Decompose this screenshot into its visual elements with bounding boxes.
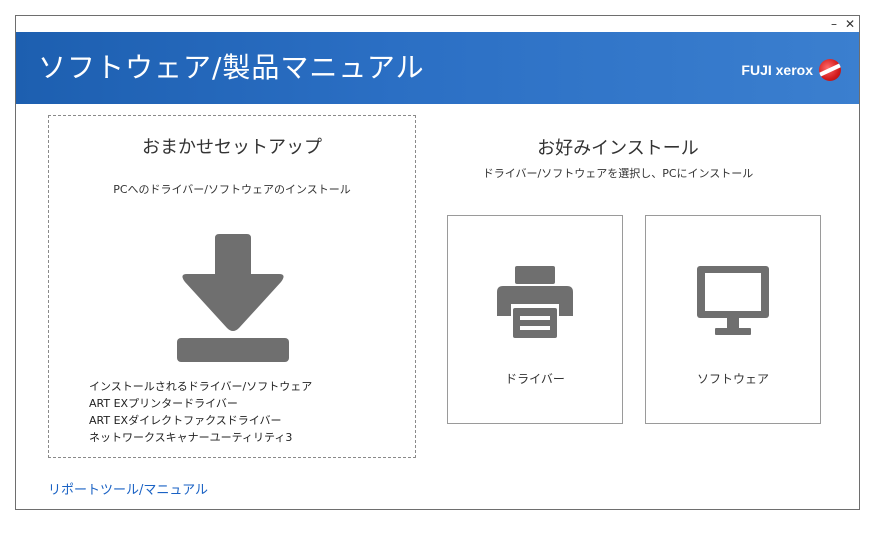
software-card-button[interactable]: ソフトウェア: [645, 215, 821, 424]
brand-logo-area: FUJI xerox: [741, 59, 841, 81]
download-icon: [177, 234, 289, 362]
install-item-list: インストールされるドライバー/ソフトウェア ART EXプリンタードライバー A…: [89, 378, 312, 446]
software-card-label: ソフトウェア: [696, 372, 769, 386]
list-item: ART EXダイレクトファクスドライバー: [89, 414, 282, 427]
driver-card-button[interactable]: ドライバー: [447, 215, 623, 424]
page-title: ソフトウェア/製品マニュアル: [38, 51, 425, 84]
close-button[interactable]: ✕: [845, 16, 855, 32]
printer-icon: [497, 266, 573, 338]
installer-window: – ✕ ソフトウェア/製品マニュアル FUJI xerox おまかせセットアップ…: [15, 15, 860, 510]
list-item: ART EXプリンタードライバー: [89, 397, 238, 410]
quick-setup-description: PCへのドライバー/ソフトウェアのインストール: [113, 183, 351, 196]
driver-card-label: ドライバー: [505, 372, 565, 386]
quick-setup-button[interactable]: おまかせセットアップ PCへのドライバー/ソフトウェアのインストール インストー…: [48, 115, 416, 458]
window-controls: – ✕: [831, 16, 855, 32]
monitor-icon: [697, 266, 769, 335]
list-item: インストールされるドライバー/ソフトウェア: [89, 380, 313, 393]
quick-setup-title: おまかせセットアップ: [142, 137, 322, 158]
custom-install-description: ドライバー/ソフトウェアを選択し、PCにインストール: [482, 167, 754, 180]
minimize-button[interactable]: –: [831, 16, 837, 32]
header-banner: ソフトウェア/製品マニュアル FUJI xerox: [16, 32, 859, 104]
list-item: ネットワークスキャナーユーティリティ3: [89, 431, 293, 444]
brand-name: FUJI xerox: [741, 62, 813, 78]
xerox-logo-icon: [819, 59, 841, 81]
report-tool-manual-link[interactable]: リポートツール/マニュアル: [48, 479, 208, 498]
custom-install-title: お好みインストール: [537, 138, 699, 159]
